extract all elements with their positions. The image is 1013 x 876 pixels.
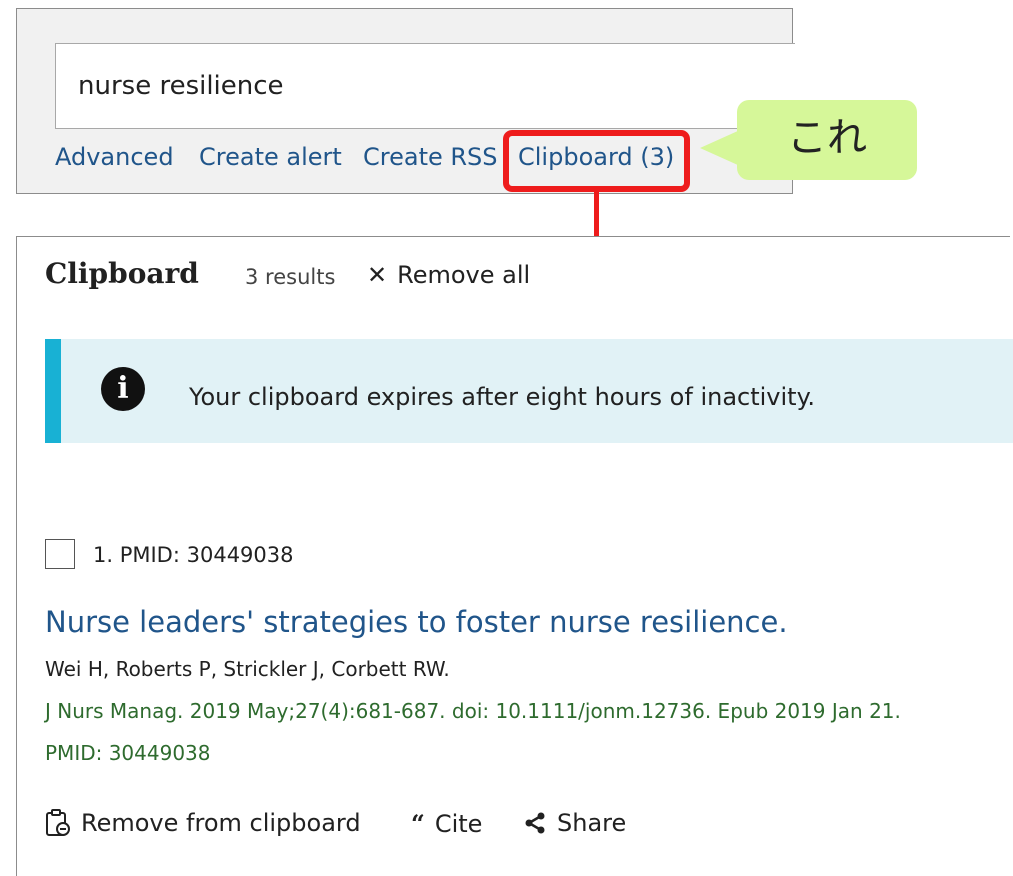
info-icon: i — [101, 367, 145, 411]
result-number-pmid: 1. PMID: 30449038 — [93, 543, 294, 567]
result-checkbox[interactable] — [45, 539, 75, 569]
result-citation: J Nurs Manag. 2019 May;27(4):681-687. do… — [45, 699, 901, 723]
clipboard-remove-icon — [46, 809, 70, 836]
remove-from-clipboard-label: Remove from clipboard — [81, 809, 361, 837]
close-icon: ✕ — [367, 261, 388, 289]
clipboard-highlight-box — [503, 130, 690, 192]
search-input[interactable] — [55, 43, 795, 129]
share-icon — [525, 812, 545, 834]
share-label: Share — [557, 809, 627, 837]
result-authors: Wei H, Roberts P, Strickler J, Corbett R… — [45, 657, 450, 681]
clipboard-title: Clipboard — [45, 257, 199, 290]
callout-tail — [700, 130, 740, 166]
result-title-link[interactable]: Nurse leaders' strategies to foster nurs… — [45, 605, 788, 639]
cite-label: Cite — [434, 809, 483, 838]
clipboard-panel: Clipboard 3 results ✕ Remove all i Your c… — [16, 236, 1013, 876]
create-rss-link[interactable]: Create RSS — [363, 143, 498, 171]
info-text: Your clipboard expires after eight hours… — [189, 383, 815, 411]
callout-bubble: これ — [737, 100, 917, 180]
results-count: 3 results — [245, 265, 336, 289]
result-pmid: PMID: 30449038 — [45, 741, 211, 765]
remove-from-clipboard-button[interactable]: Remove from clipboard — [45, 809, 361, 837]
callout-text: これ — [787, 115, 867, 161]
share-button[interactable]: Share — [523, 809, 626, 837]
remove-all-label: Remove all — [397, 261, 531, 289]
remove-all-button[interactable]: ✕ Remove all — [367, 261, 530, 289]
cite-button[interactable]: “ Cite — [411, 809, 482, 838]
quote-icon: “ — [411, 809, 425, 838]
advanced-link[interactable]: Advanced — [55, 143, 174, 171]
create-alert-link[interactable]: Create alert — [199, 143, 342, 171]
info-banner: i Your clipboard expires after eight hou… — [45, 339, 1013, 443]
